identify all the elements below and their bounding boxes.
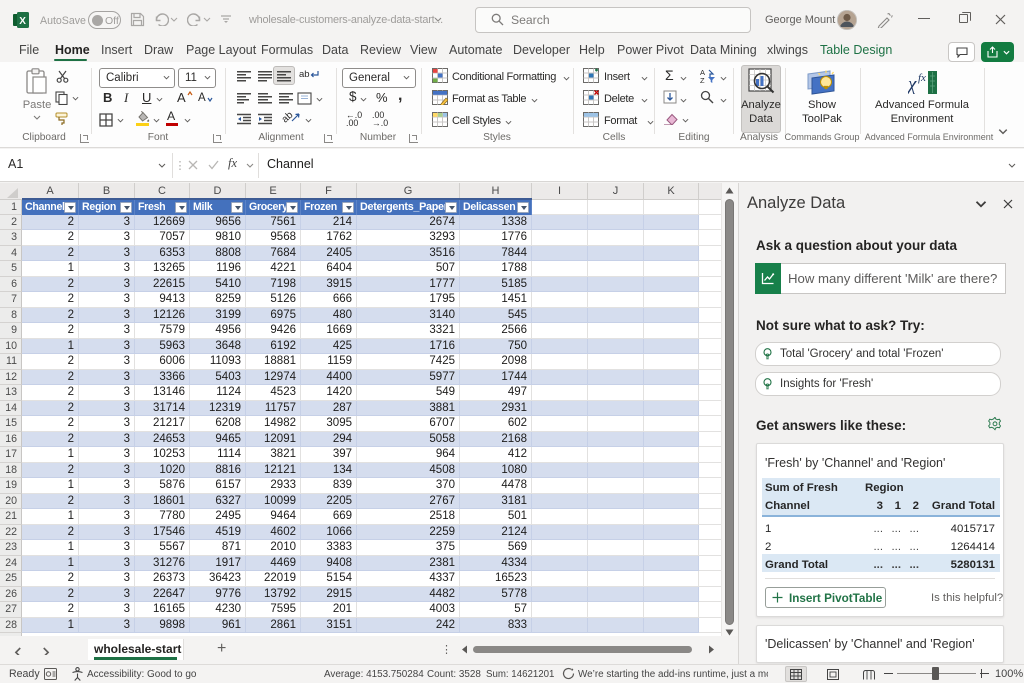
svg-text:fx: fx (918, 72, 926, 84)
svg-text:Z: Z (700, 76, 705, 83)
svg-text:X: X (19, 16, 26, 27)
svg-text:χ: χ (908, 74, 917, 95)
